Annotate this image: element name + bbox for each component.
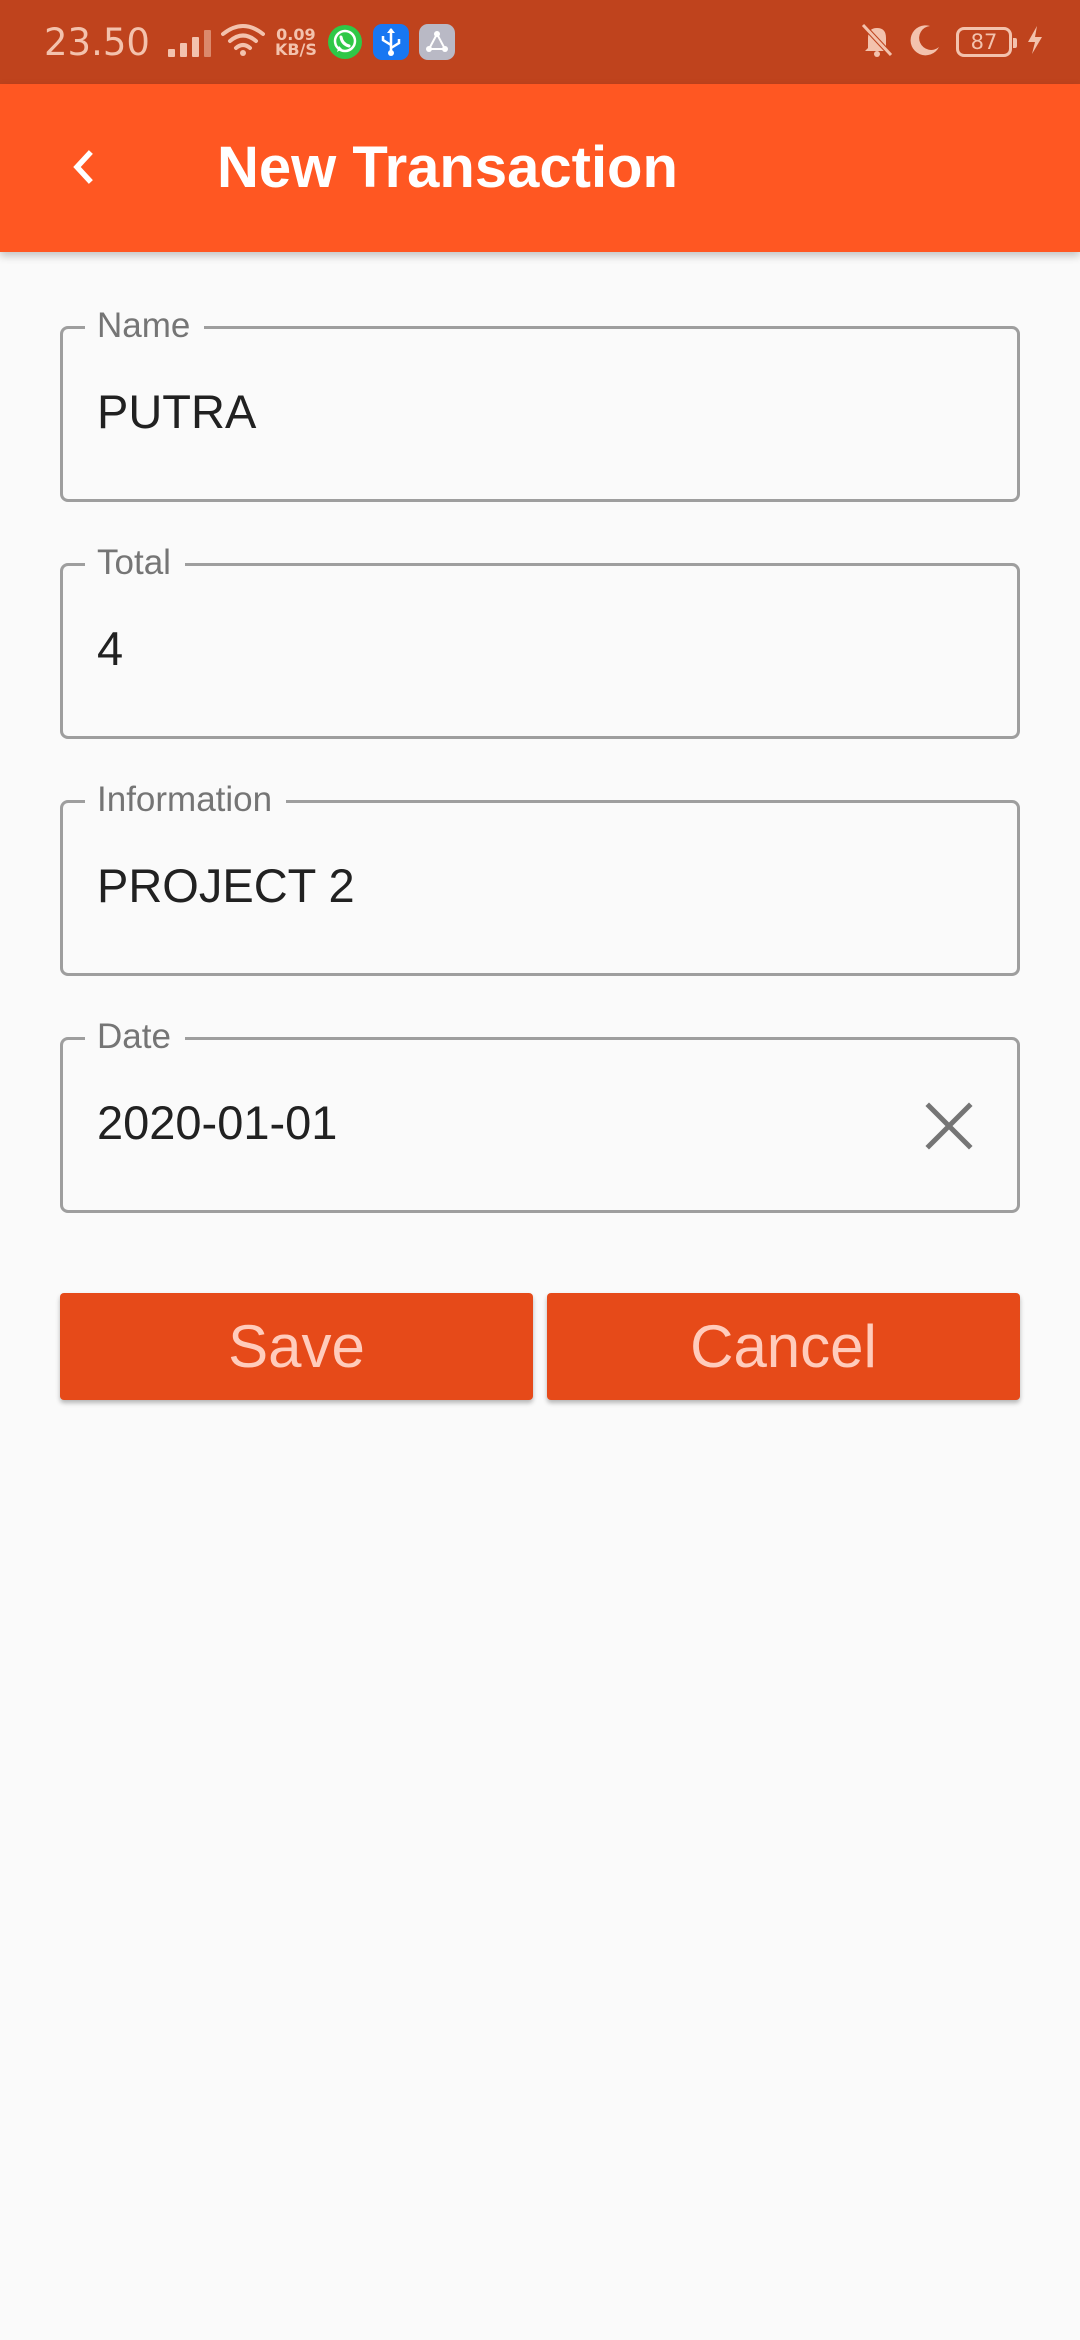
- whatsapp-icon: [327, 24, 363, 60]
- name-label: Name: [85, 306, 205, 346]
- network-speed: 0.09 KB/S: [274, 27, 317, 59]
- total-input[interactable]: 4: [97, 621, 123, 677]
- status-bar: 23.50 0.09 KB/S 87: [0, 0, 1080, 84]
- close-icon: [925, 1101, 973, 1155]
- cancel-button[interactable]: Cancel: [547, 1293, 1020, 1400]
- page-title: New Transaction: [217, 135, 678, 200]
- back-button[interactable]: [40, 126, 126, 212]
- wifi-icon: [220, 23, 265, 62]
- moon-icon: [908, 23, 942, 62]
- date-field[interactable]: Date 2020-01-01: [60, 1017, 1020, 1213]
- app-bar: New Transaction: [0, 84, 1080, 252]
- total-field[interactable]: Total 4: [60, 543, 1020, 739]
- speed-unit: KB/S: [274, 40, 317, 59]
- information-input[interactable]: PROJECT 2: [97, 858, 355, 914]
- charging-icon: [1026, 25, 1044, 60]
- chevron-left-icon: [66, 147, 100, 192]
- status-right: 87: [860, 0, 1044, 84]
- information-label: Information: [85, 780, 287, 820]
- total-label: Total: [85, 543, 185, 583]
- transaction-form: Name PUTRA Total 4 Information PROJECT 2…: [60, 306, 1020, 1274]
- save-button[interactable]: Save: [60, 1293, 533, 1400]
- status-time: 23.50: [44, 20, 150, 64]
- mute-icon: [860, 22, 894, 63]
- information-field[interactable]: Information PROJECT 2: [60, 780, 1020, 976]
- action-buttons: Save Cancel: [60, 1293, 1020, 1400]
- app-icon: [418, 24, 455, 60]
- usb-icon: [372, 24, 409, 60]
- name-field[interactable]: Name PUTRA: [60, 306, 1020, 502]
- date-input[interactable]: 2020-01-01: [97, 1095, 337, 1151]
- battery-icon: 87: [956, 27, 1017, 57]
- date-label: Date: [85, 1017, 185, 1057]
- clear-date-button[interactable]: [921, 1100, 977, 1156]
- name-input[interactable]: PUTRA: [97, 384, 256, 440]
- signal-icon: [167, 27, 211, 57]
- status-left: 23.50 0.09 KB/S: [44, 0, 455, 84]
- battery-level: 87: [970, 30, 998, 54]
